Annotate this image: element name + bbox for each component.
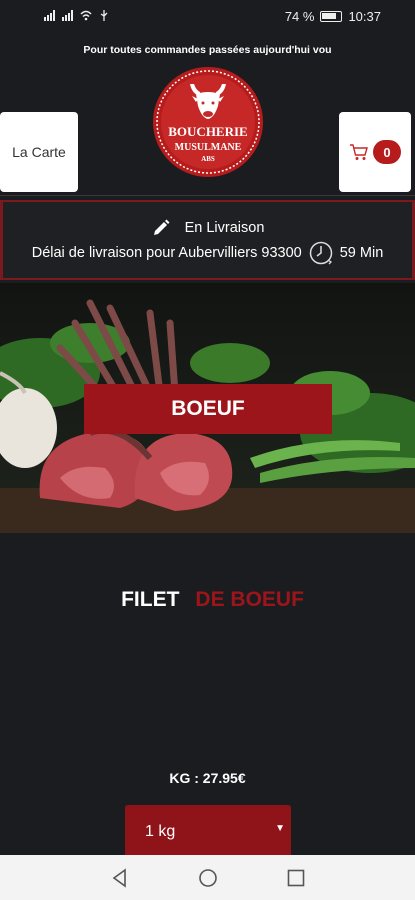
quantity-select[interactable]: 1 kg ▼	[125, 805, 291, 855]
brand-logo[interactable]: BOUCHERIE MUSULMANE ABS	[152, 66, 264, 178]
battery-percent: 74 %	[284, 9, 315, 24]
header-divider	[0, 195, 415, 196]
system-nav-bar	[0, 855, 415, 900]
product-name-part1: FILET	[121, 588, 180, 611]
battery-icon	[320, 11, 343, 22]
logo-line3: ABS	[201, 155, 215, 163]
signal-icon	[44, 10, 55, 21]
product-title: FILET DE BOEUF	[0, 588, 415, 612]
category-button[interactable]: BOEUF	[84, 384, 332, 434]
home-icon[interactable]	[198, 868, 218, 888]
status-icons	[44, 10, 110, 21]
recents-icon[interactable]	[286, 868, 306, 888]
delivery-info[interactable]: En Livraison Délai de livraison pour Aub…	[0, 200, 415, 280]
product-price: KG : 27.95€	[169, 770, 246, 786]
dropdown-arrow-icon: ▼	[275, 823, 285, 834]
signal-icon-2	[62, 10, 73, 21]
clock: 10:37	[348, 9, 381, 24]
cart-button[interactable]: 0	[339, 112, 411, 192]
menu-button[interactable]: La Carte	[0, 112, 78, 192]
delivery-duration: 59 Min	[339, 245, 384, 261]
cart-icon	[350, 144, 368, 160]
logo-line2: MUSULMANE	[175, 142, 242, 153]
wifi-icon	[80, 10, 92, 21]
quantity-selected-value: 1 kg	[145, 823, 176, 840]
status-right: 74 % 10:37	[285, 9, 381, 24]
status-bar: 74 % 10:37	[0, 0, 415, 34]
pencil-icon[interactable]	[151, 218, 171, 238]
clock-icon	[309, 241, 332, 265]
promo-banner: Pour toutes commandes passées aujourd'hu…	[83, 44, 332, 56]
product-name-part2: DE BOEUF	[195, 588, 304, 611]
usb-icon	[100, 10, 108, 21]
back-icon[interactable]	[110, 868, 130, 888]
cart-count-badge: 0	[373, 140, 401, 164]
delivery-mode: En Livraison	[184, 220, 265, 236]
logo-line1: BOUCHERIE	[168, 124, 247, 139]
delivery-delay-text: Délai de livraison pour Aubervilliers 93…	[31, 245, 302, 261]
